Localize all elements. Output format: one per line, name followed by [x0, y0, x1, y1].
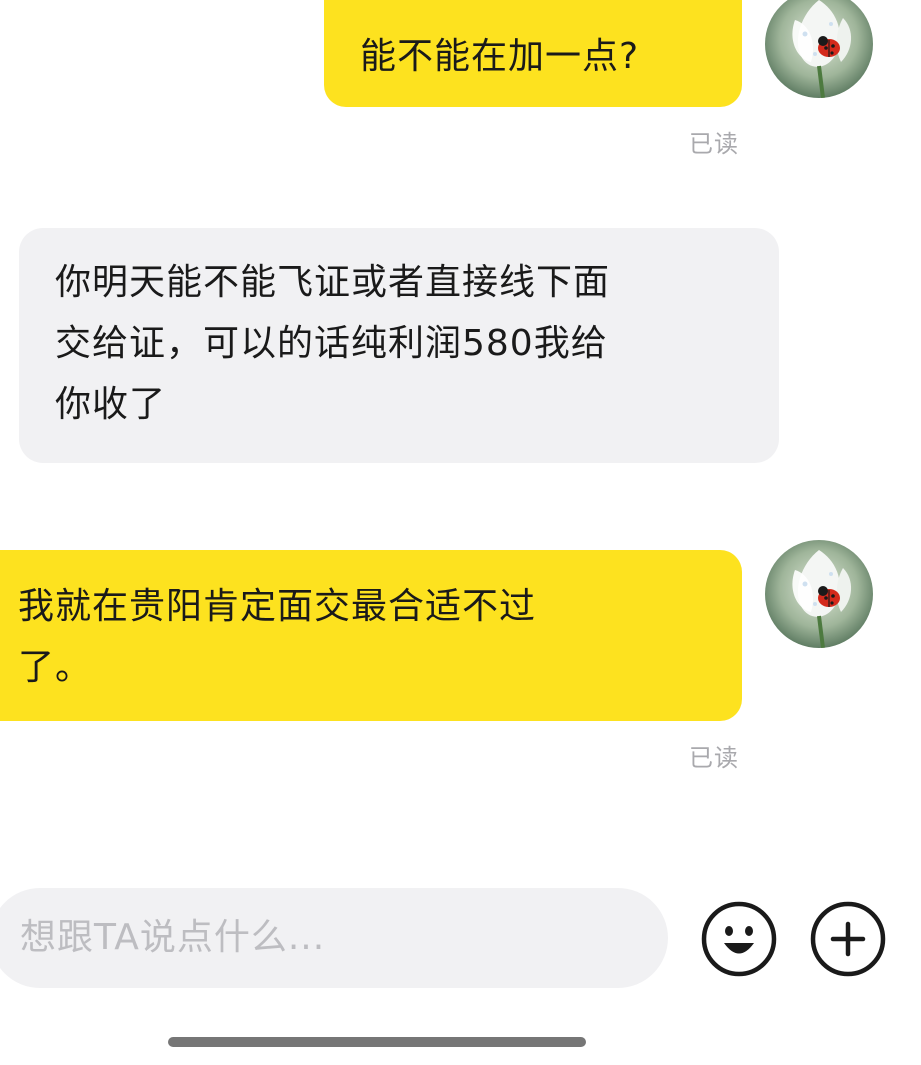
message-text-line: 你明天能不能飞证或者直接线下面 [55, 262, 611, 303]
message-input[interactable]: 想跟TA说点什么... [0, 888, 668, 988]
outgoing-message-bubble[interactable]: 能不能在加一点? [324, 0, 742, 107]
user-avatar[interactable] [765, 540, 873, 648]
read-receipt: 已读 [689, 130, 739, 158]
plus-button[interactable] [809, 900, 887, 978]
emoji-smile-icon [701, 901, 777, 977]
message-text: 能不能在加一点? [360, 36, 640, 77]
message-text-line: 交给证，可以的话纯利润580我给 [55, 323, 608, 364]
outgoing-message-bubble[interactable]: 我就在贵阳肯定面交最合适不过 了。 [0, 550, 742, 721]
read-receipt: 已读 [689, 744, 739, 772]
incoming-message-bubble[interactable]: 你明天能不能飞证或者直接线下面 交给证，可以的话纯利润580我给 你收了 [19, 228, 779, 463]
message-text-line: 我就在贵阳肯定面交最合适不过 [18, 586, 537, 627]
home-indicator [168, 1037, 586, 1047]
ladybug-flower-icon [765, 540, 873, 648]
input-placeholder: 想跟TA说点什么... [20, 917, 326, 958]
ladybug-flower-icon [765, 0, 873, 98]
message-text-line: 你收了 [55, 384, 167, 425]
emoji-button[interactable] [700, 900, 778, 978]
plus-icon [810, 901, 886, 977]
user-avatar[interactable] [765, 0, 873, 98]
message-text-line: 了。 [18, 647, 93, 688]
